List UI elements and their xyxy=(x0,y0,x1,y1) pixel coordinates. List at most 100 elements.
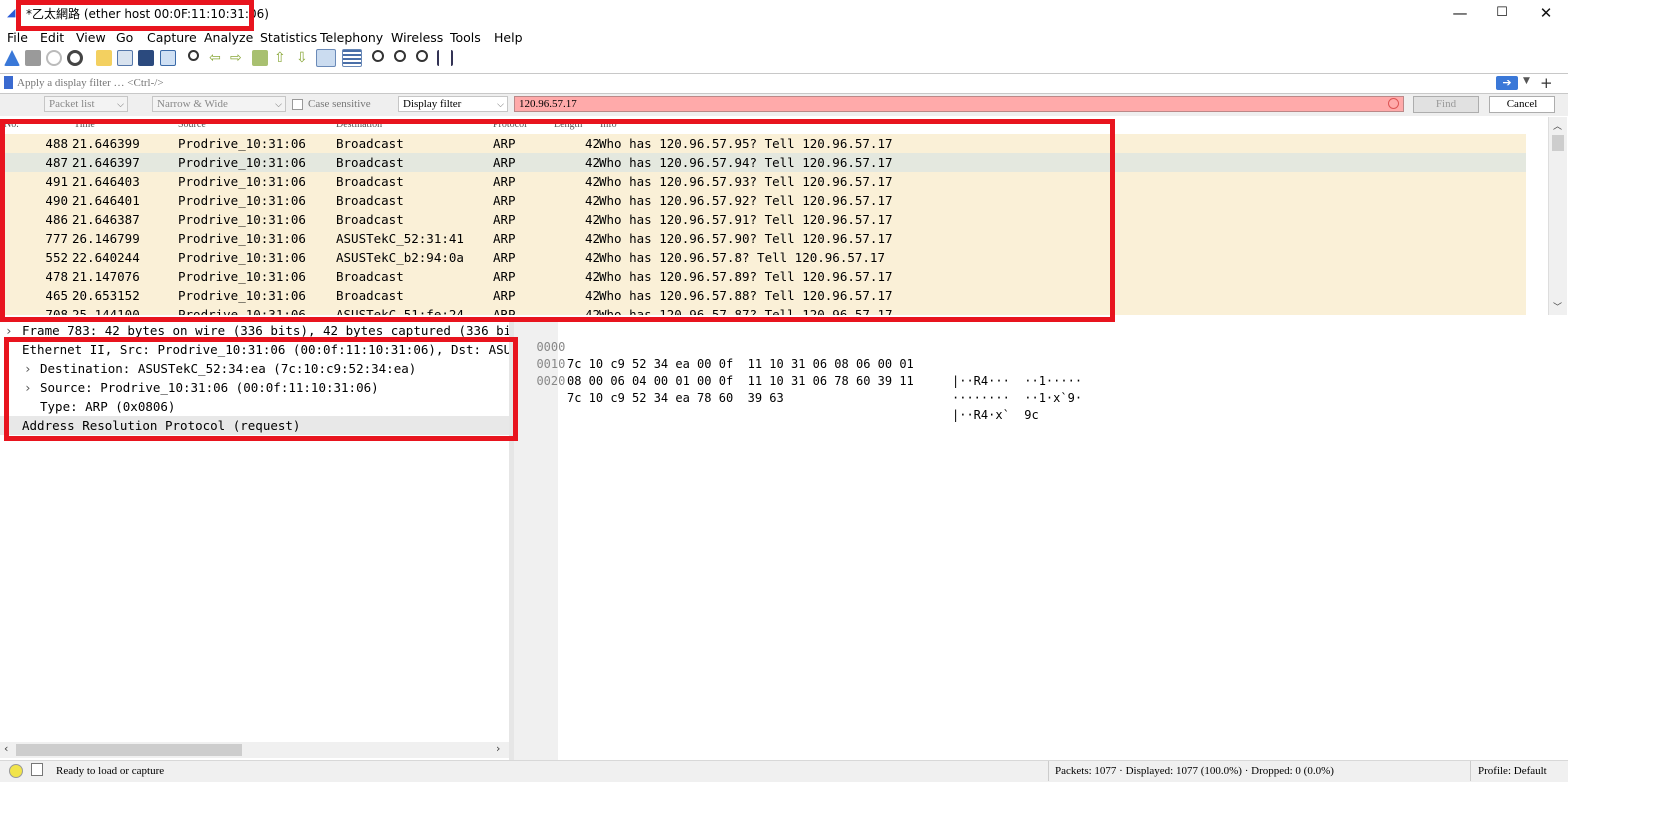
find-packet-bar: Packet list ⌵ Narrow & Wide ⌵ Case sensiti… xyxy=(0,94,1568,116)
column-no[interactable]: No. xyxy=(4,119,19,130)
packet-row[interactable]: 491 21.646403 Prodrive_10:31:06 Broadcast AR… xyxy=(4,172,1526,191)
packet-time-cell: 21.646399 xyxy=(72,136,140,151)
tree-row-frame[interactable]: › Frame 783: 42 bytes on wire (336 bits),… xyxy=(0,321,509,340)
scroll-right-icon[interactable]: › xyxy=(496,742,500,755)
close-file-icon[interactable] xyxy=(138,50,154,66)
expand-arrow-icon[interactable]: › xyxy=(24,359,32,378)
tree-row-ethernet[interactable]: Ethernet II, Src: Prodrive_10:31:06 (00:… xyxy=(0,340,509,359)
zoom-in-icon[interactable] xyxy=(372,50,384,62)
resize-columns-icon[interactable] xyxy=(437,50,453,66)
menu-capture[interactable]: Capture xyxy=(147,30,197,45)
packet-row[interactable]: 552 22.640244 Prodrive_10:31:06 ASUSTekC_b2… xyxy=(4,248,1526,267)
save-file-icon[interactable] xyxy=(117,50,133,66)
shark-fin-start-icon[interactable] xyxy=(4,50,20,66)
packet-row[interactable]: 777 26.146799 Prodrive_10:31:06 ASUSTekC_52… xyxy=(4,229,1526,248)
menu-wireless[interactable]: Wireless xyxy=(391,30,443,45)
scroll-left-icon[interactable]: ‹ xyxy=(4,742,8,755)
scroll-thumb[interactable] xyxy=(1552,135,1564,151)
packet-row[interactable]: 488 21.646399 Prodrive_10:31:06 Broadcast AR… xyxy=(4,134,1526,153)
first-packet-icon[interactable]: ⇧ xyxy=(274,50,290,66)
packet-row[interactable]: 478 21.147076 Prodrive_10:31:06 Broadcast AR… xyxy=(4,267,1526,286)
tree-row-label: Frame 783: 42 bytes on wire (336 bits), … xyxy=(22,323,509,338)
menu-file[interactable]: File xyxy=(7,30,28,45)
tree-row-type[interactable]: Type: ARP (0x0806) xyxy=(0,397,509,416)
column-destination[interactable]: Destination xyxy=(336,119,382,130)
tree-row-label: Ethernet II, Src: Prodrive_10:31:06 (00:… xyxy=(22,342,509,357)
packet-row[interactable]: 708 25.144100 Prodrive_10:31:06 ASUSTekC_51… xyxy=(4,305,1526,315)
tree-row-arp[interactable]: Address Resolution Protocol (request) xyxy=(0,416,509,435)
packet-source-cell: Prodrive_10:31:06 xyxy=(178,174,306,189)
case-sensitive-checkbox[interactable] xyxy=(292,99,303,110)
add-filter-button-plus-icon[interactable]: + xyxy=(1540,74,1553,92)
tree-row-destination[interactable]: › Destination: ASUSTekC_52:34:ea (7c:10:c… xyxy=(0,359,509,378)
packet-protocol-cell: ARP xyxy=(493,288,516,303)
bytes-hex: 08 00 06 04 00 01 00 0f 11 10 31 06 78 6… xyxy=(567,374,914,388)
menu-help[interactable]: Help xyxy=(494,30,523,45)
packet-list-scrollbar[interactable]: ︿ ﹀ xyxy=(1548,117,1567,315)
scroll-down-icon[interactable]: ﹀ xyxy=(1553,300,1562,313)
find-search-input[interactable]: 120.96.57.17 xyxy=(514,96,1404,112)
column-time[interactable]: Time xyxy=(74,119,95,130)
char-width-select[interactable]: Narrow & Wide ⌵ xyxy=(152,96,286,112)
expand-arrow-icon[interactable]: › xyxy=(5,321,13,340)
cancel-button[interactable]: Cancel xyxy=(1489,96,1555,113)
packet-row[interactable]: 490 21.646401 Prodrive_10:31:06 Broadcast AR… xyxy=(4,191,1526,210)
normal-size-icon[interactable] xyxy=(416,50,428,62)
packet-length-cell: 42 xyxy=(584,193,600,208)
expert-info-indicator-icon[interactable] xyxy=(9,764,23,778)
packet-no-cell: 708 xyxy=(45,307,68,315)
maximize-button[interactable]: ☐ xyxy=(1480,0,1524,26)
menu-analyze[interactable]: Analyze xyxy=(204,30,253,45)
find-button[interactable]: Find xyxy=(1413,96,1479,113)
colorize-packet-list-icon[interactable] xyxy=(342,49,362,67)
search-in-select[interactable]: Packet list ⌵ xyxy=(44,96,128,112)
minimize-button[interactable]: — xyxy=(1438,0,1482,26)
packet-destination-cell: ASUSTekC_b2:94:0a xyxy=(336,250,464,265)
packet-no-cell: 490 xyxy=(45,193,68,208)
details-horizontal-scrollbar[interactable]: ‹ › xyxy=(0,742,509,758)
packet-row[interactable]: 486 21.646387 Prodrive_10:31:06 Broadcast AR… xyxy=(4,210,1526,229)
last-packet-icon[interactable]: ⇩ xyxy=(296,50,312,66)
menu-edit[interactable]: Edit xyxy=(40,30,64,45)
bookmark-icon[interactable] xyxy=(4,76,13,89)
filter-history-chevron-down-icon[interactable]: ▼ xyxy=(1523,76,1530,86)
reload-file-icon[interactable] xyxy=(160,50,176,66)
tree-row-source[interactable]: › Source: Prodrive_10:31:06 (00:0f:11:10:… xyxy=(0,378,509,397)
open-file-folder-icon[interactable] xyxy=(96,50,112,66)
packet-row[interactable]: 487 21.646397 Prodrive_10:31:06 Broadcast AR… xyxy=(4,153,1526,172)
go-to-packet-icon[interactable] xyxy=(252,50,268,66)
scroll-thumb[interactable] xyxy=(16,744,242,756)
display-filter-bar: ➔ ▼ + xyxy=(0,73,1568,94)
menu-statistics[interactable]: Statistics xyxy=(260,30,317,45)
menu-tools[interactable]: Tools xyxy=(450,30,481,45)
search-type-select[interactable]: Display filter ⌵ xyxy=(398,96,508,112)
capture-comment-edit-icon[interactable] xyxy=(31,763,43,776)
packet-no-cell: 478 xyxy=(45,269,68,284)
find-packet-magnifier-icon[interactable] xyxy=(188,50,199,61)
menu-telephony[interactable]: Telephony xyxy=(320,30,383,45)
apply-filter-arrow-icon[interactable]: ➔ xyxy=(1496,76,1518,90)
packet-length-cell: 42 xyxy=(584,231,600,246)
column-protocol[interactable]: Protocol xyxy=(493,119,527,130)
close-button[interactable]: ✕ xyxy=(1524,0,1568,26)
column-source[interactable]: Source xyxy=(178,119,206,130)
menu-go[interactable]: Go xyxy=(116,30,133,45)
column-info[interactable]: Info xyxy=(600,119,617,130)
display-filter-input[interactable] xyxy=(17,75,1492,90)
expand-arrow-icon[interactable]: › xyxy=(24,378,32,397)
auto-scroll-icon[interactable] xyxy=(316,49,336,67)
capture-options-gear-icon[interactable] xyxy=(67,50,83,66)
go-back-arrow-icon[interactable]: ⇦ xyxy=(209,50,225,66)
zoom-out-icon[interactable] xyxy=(394,50,406,62)
packet-destination-cell: Broadcast xyxy=(336,212,404,227)
go-forward-arrow-icon[interactable]: ⇨ xyxy=(230,50,246,66)
column-length[interactable]: Length xyxy=(554,119,582,130)
bytes-row[interactable]: 0020 7c 10 c9 52 34 ea 78 60 39 63 |··R4… xyxy=(522,356,1038,424)
scroll-up-icon[interactable]: ︿ xyxy=(1553,119,1562,132)
stop-capture-icon[interactable] xyxy=(25,50,41,66)
profile-label[interactable]: Profile: Default xyxy=(1478,765,1547,777)
restart-capture-icon[interactable] xyxy=(46,50,62,66)
packet-no-cell: 491 xyxy=(45,174,68,189)
menu-view[interactable]: View xyxy=(76,30,106,45)
packet-row[interactable]: 465 20.653152 Prodrive_10:31:06 Broadcast AR… xyxy=(4,286,1526,305)
